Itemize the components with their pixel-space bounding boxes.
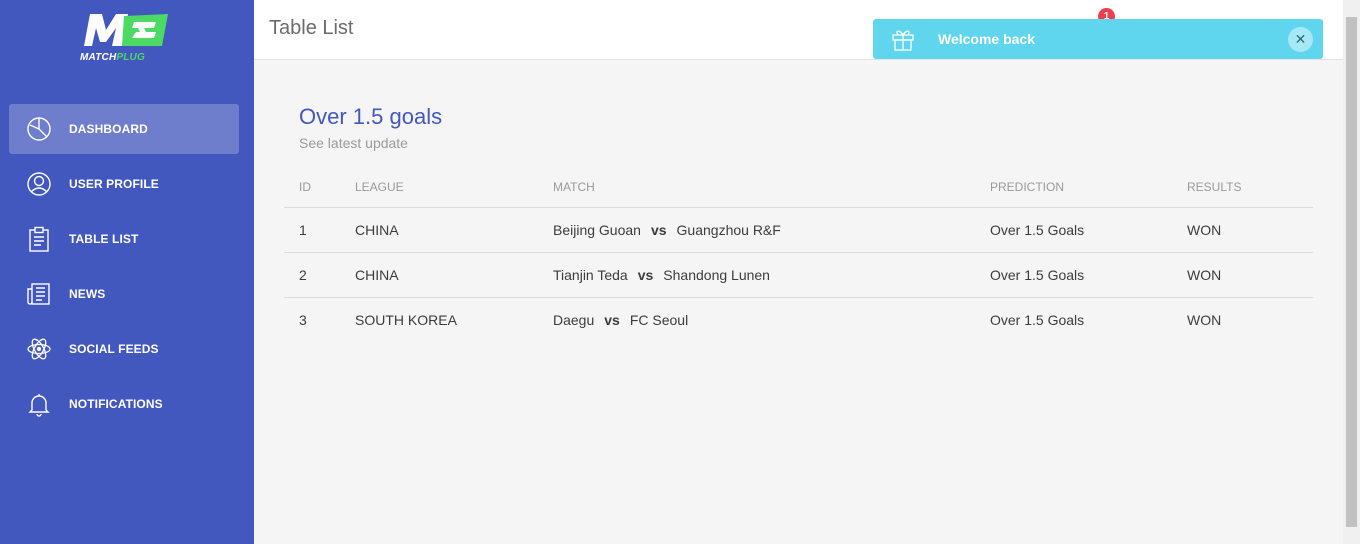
close-icon[interactable]: ✕ <box>1288 27 1313 52</box>
column-header-results: RESULTS <box>1172 167 1313 208</box>
cell-prediction: Over 1.5 Goals <box>990 311 1085 328</box>
scrollbar-thumb[interactable] <box>1346 17 1357 527</box>
sidebar-item-news[interactable]: NEWS <box>9 269 239 319</box>
away-team: Guangzhou R&F <box>676 221 781 238</box>
table-row: 3 SOUTH KOREA Daegu vs FC Seoul Over 1.5 G… <box>284 297 1313 342</box>
table-row: 2 CHINA Tianjin Teda vs Shandong Lunen Ove… <box>284 252 1313 298</box>
cell-result: WON <box>1172 207 1313 253</box>
column-header-prediction: PREDICTION <box>975 167 1172 208</box>
sidebar-item-dashboard[interactable]: DASHBOARD <box>9 104 239 154</box>
cell-id: 1 <box>284 207 340 253</box>
home-team: Beijing Guoan <box>553 221 641 238</box>
cell-league: CHINA <box>340 207 538 253</box>
cell-match: Beijing Guoan vs Guangzhou R&F <box>538 207 975 253</box>
logo-wordmark: MATCHPLUG <box>80 52 145 63</box>
sidebar-item-label: DASHBOARD <box>69 122 148 136</box>
page-title: Table List <box>269 17 354 39</box>
sidebar-item-table-list[interactable]: TABLE LIST <box>9 214 239 264</box>
sidebar-item-user-profile[interactable]: USER PROFILE <box>9 159 239 209</box>
card-subtitle: See latest update <box>299 135 408 151</box>
atom-icon <box>25 335 53 363</box>
table-row: 1 CHINA Beijing Guoan vs Guangzhou R&F Ove… <box>284 207 1313 253</box>
sidebar-item-label: NEWS <box>69 287 106 301</box>
column-header-league: LEAGUE <box>340 167 538 208</box>
toast-message: Welcome back <box>938 31 1036 47</box>
column-header-id: ID <box>284 167 340 208</box>
sidebar-nav: DASHBOARD USER PROFILE TABLE LIST NEWS S… <box>9 104 239 434</box>
cell-league: CHINA <box>340 252 538 298</box>
home-team: Daegu <box>553 311 595 328</box>
cell-id: 3 <box>299 311 307 328</box>
cell-match: Tianjin Teda vs Shandong Lunen <box>538 252 975 298</box>
sidebar-item-label: USER PROFILE <box>69 177 159 191</box>
home-team: Tianjin Teda <box>553 266 628 283</box>
pie-chart-icon <box>25 115 53 143</box>
table-card: Over 1.5 goals See latest update ID LEAG… <box>284 104 1314 342</box>
column-header-match: MATCH <box>538 167 975 208</box>
sidebar-item-label: SOCIAL FEEDS <box>69 342 159 356</box>
sidebar-item-social-feeds[interactable]: SOCIAL FEEDS <box>9 324 239 374</box>
vs-label: vs <box>604 311 620 328</box>
cell-result: WON <box>1172 252 1313 298</box>
card-title: Over 1.5 goals <box>299 104 443 129</box>
cell-id: 2 <box>284 252 340 298</box>
away-team: FC Seoul <box>629 311 689 328</box>
welcome-toast: Welcome back ✕ <box>873 19 1323 59</box>
cell-match: Daegu vs FC Seoul <box>538 297 975 342</box>
sidebar: MATCHPLUG DASHBOARD USER PROFILE TABLE L… <box>0 0 254 544</box>
vertical-scrollbar[interactable] <box>1343 0 1360 544</box>
cell-prediction: Over 1.5 Goals <box>975 207 1172 253</box>
vs-label: vs <box>637 266 654 283</box>
cell-prediction: Over 1.5 Goals <box>975 252 1172 298</box>
cell-result: WON <box>1187 311 1222 328</box>
predictions-table: ID LEAGUE MATCH PREDICTION RESULTS 1 CHI… <box>284 167 1313 342</box>
bell-icon <box>25 390 53 418</box>
vs-label: vs <box>650 221 667 238</box>
table-header-row: ID LEAGUE MATCH PREDICTION RESULTS <box>284 167 1313 208</box>
newspaper-icon <box>25 280 53 308</box>
clipboard-icon <box>25 225 53 253</box>
cell-league: SOUTH KOREA <box>355 311 457 328</box>
sidebar-item-label: NOTIFICATIONS <box>69 397 163 411</box>
sidebar-item-notifications[interactable]: NOTIFICATIONS <box>9 379 239 429</box>
user-icon <box>25 170 53 198</box>
sidebar-item-label: TABLE LIST <box>69 232 139 246</box>
away-team: Shandong Lunen <box>663 266 770 283</box>
gift-icon <box>892 30 914 51</box>
